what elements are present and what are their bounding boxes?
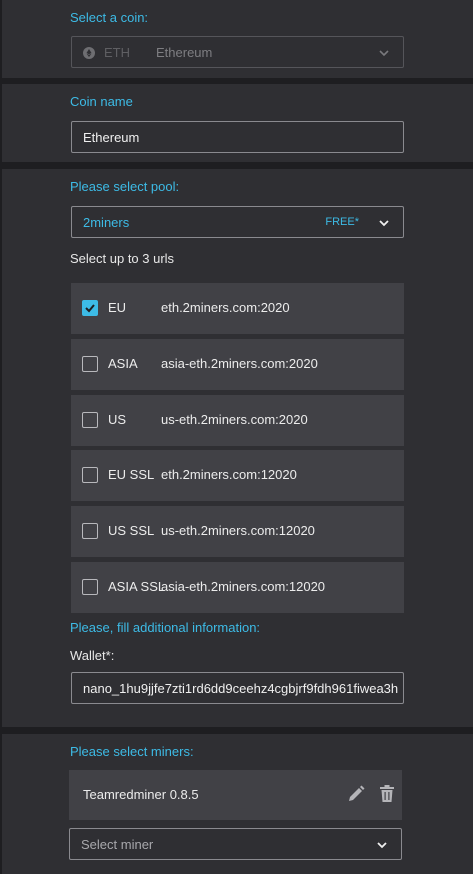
checkbox[interactable]: [82, 412, 98, 428]
checkbox[interactable]: [82, 523, 98, 539]
coin-name-section: Coin name Ethereum: [2, 84, 473, 162]
coin-name-display: Ethereum: [156, 45, 213, 60]
coin-select-section: Select a coin: ETH Ethereum: [2, 0, 473, 78]
url-host: asia-eth.2miners.com:2020: [161, 356, 318, 371]
wallet-input[interactable]: nano_1hu9jjfe7zti1rd6dd9ceehz4cgbjrf9fdh…: [71, 672, 404, 704]
url-host: us-eth.2miners.com:12020: [161, 523, 315, 538]
url-host: asia-eth.2miners.com:12020: [161, 579, 326, 594]
url-row-eu[interactable]: EU eth.2miners.com:2020: [71, 283, 404, 334]
coin-select-dropdown[interactable]: ETH Ethereum: [71, 36, 404, 68]
select-miner-dropdown[interactable]: Select miner: [69, 828, 402, 860]
miner-item: Teamredminer 0.8.5: [69, 770, 402, 820]
url-region: EU SSL: [108, 467, 155, 482]
checkbox[interactable]: [82, 356, 98, 372]
wallet-value: nano_1hu9jjfe7zti1rd6dd9ceehz4cgbjrf9fdh…: [83, 681, 399, 696]
url-row-us-ssl[interactable]: US SSL us-eth.2miners.com:12020: [71, 506, 404, 557]
trash-icon[interactable]: [379, 784, 395, 804]
url-host: eth.2miners.com:2020: [161, 300, 290, 315]
url-region: ASIA SSL: [108, 579, 166, 594]
wallet-label: Wallet*:: [70, 648, 115, 663]
coin-name-value: Ethereum: [83, 130, 140, 145]
coin-name-input[interactable]: Ethereum: [71, 121, 404, 153]
url-row-asia-ssl[interactable]: ASIA SSL asia-eth.2miners.com:12020: [71, 562, 404, 613]
pool-dropdown[interactable]: 2miners FREE*: [71, 206, 404, 238]
checkbox[interactable]: [82, 467, 98, 483]
miners-label: Please select miners:: [70, 744, 194, 759]
urls-label: Select up to 3 urls: [70, 251, 175, 266]
coin-ticker: ETH: [104, 45, 130, 60]
url-host: eth.2miners.com:12020: [161, 467, 297, 482]
pool-label: Please select pool:: [70, 179, 180, 194]
url-row-us[interactable]: US us-eth.2miners.com:2020: [71, 395, 404, 446]
pool-section: Please select pool: 2miners FREE* Select…: [2, 169, 473, 727]
url-region: ASIA: [108, 356, 138, 371]
additional-info-label: Please, fill additional information:: [70, 620, 261, 635]
select-miner-placeholder: Select miner: [81, 837, 154, 852]
url-region: EU: [108, 300, 127, 315]
ethereum-icon: [83, 47, 95, 59]
url-row-eu-ssl[interactable]: EU SSL eth.2miners.com:12020: [71, 450, 404, 501]
miner-name: Teamredminer 0.8.5: [83, 787, 199, 802]
chevron-down-icon: [377, 842, 387, 849]
pool-value: 2miners: [83, 215, 130, 230]
coin-select-label: Select a coin:: [70, 10, 149, 25]
checkbox[interactable]: [82, 300, 98, 316]
url-host: us-eth.2miners.com:2020: [161, 412, 308, 427]
pencil-icon[interactable]: [346, 784, 366, 804]
url-region: US: [108, 412, 127, 427]
pool-free-badge: FREE*: [325, 216, 359, 228]
url-region: US SSL: [108, 523, 155, 538]
check-icon: [85, 304, 95, 313]
coin-name-label: Coin name: [70, 94, 133, 109]
chevron-down-icon: [379, 50, 389, 57]
url-row-asia[interactable]: ASIA asia-eth.2miners.com:2020: [71, 339, 404, 390]
chevron-down-icon: [379, 220, 389, 227]
checkbox[interactable]: [82, 579, 98, 595]
